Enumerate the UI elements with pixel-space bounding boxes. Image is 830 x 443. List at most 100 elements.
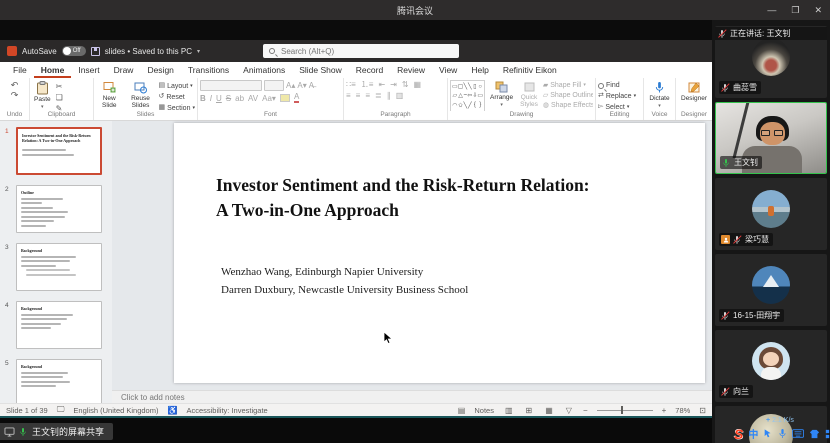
font-color-icon[interactable]: A xyxy=(294,93,299,103)
participant-tile[interactable]: 16-15-田翔宇 xyxy=(715,254,827,326)
cut-icon[interactable]: ✂ xyxy=(56,82,63,92)
slideshow-icon[interactable]: ▽ xyxy=(564,406,574,415)
accessibility-status[interactable]: Accessibility: Investigate xyxy=(186,406,267,415)
font-name-combobox[interactable] xyxy=(200,80,262,91)
format-painter-icon[interactable]: ✎ xyxy=(56,104,63,111)
participant-tile-speaking[interactable]: 王文钊 xyxy=(715,102,827,174)
dictate-button[interactable]: Dictate ▾ xyxy=(647,80,671,111)
normal-view-icon[interactable]: ▥ xyxy=(503,406,515,415)
find-button[interactable]: Find xyxy=(598,81,620,90)
zoom-slider-thumb[interactable] xyxy=(621,406,624,414)
align-center-icon[interactable]: ≡ xyxy=(356,91,361,100)
select-button[interactable]: ▻Select▾ xyxy=(598,102,629,111)
fit-to-window-icon[interactable]: ⊡ xyxy=(699,406,706,415)
align-left-icon[interactable]: ≡ xyxy=(346,91,351,100)
increase-indent-icon[interactable]: ⇥ xyxy=(390,80,397,89)
participant-tile[interactable]: 向兰 xyxy=(715,330,827,402)
save-icon[interactable] xyxy=(91,47,100,56)
thumbnail-slide-5[interactable]: 5 Background xyxy=(16,359,102,403)
zoom-in-icon[interactable]: + xyxy=(662,406,667,415)
thumbnail-slide-3[interactable]: 3 Background xyxy=(16,243,102,291)
section-button[interactable]: ▦Section▾ xyxy=(159,103,196,111)
zoom-slider[interactable] xyxy=(597,410,653,411)
tab-file[interactable]: File xyxy=(6,62,34,78)
ime-skin-icon[interactable] xyxy=(809,429,820,439)
bullets-icon[interactable]: ∷≡ xyxy=(346,80,356,89)
ime-toolbox-icon[interactable] xyxy=(825,429,830,439)
reuse-slides-button[interactable]: Reuse Slides xyxy=(126,80,156,110)
columns-icon[interactable]: ▦ xyxy=(414,80,422,89)
ime-language-icon[interactable]: 中 xyxy=(748,426,758,441)
tab-draw[interactable]: Draw xyxy=(107,62,141,78)
tab-review[interactable]: Review xyxy=(390,62,432,78)
minimize-icon[interactable]: — xyxy=(767,5,776,15)
redo-icon[interactable]: ↷ xyxy=(11,90,19,100)
italic-icon[interactable]: I xyxy=(210,94,212,103)
thumbnail-slide-4[interactable]: 4 Background xyxy=(16,301,102,349)
copy-icon[interactable]: ❏ xyxy=(56,93,63,103)
tab-design[interactable]: Design xyxy=(140,62,180,78)
search-box[interactable] xyxy=(263,44,459,58)
line-spacing-icon[interactable]: ⇅ xyxy=(402,80,409,89)
text-shadow-icon[interactable]: ab xyxy=(235,94,244,103)
notes-pane[interactable]: Click to add notes xyxy=(112,390,712,403)
change-case-icon[interactable]: Aa▾ xyxy=(262,94,276,103)
tab-insert[interactable]: Insert xyxy=(71,62,106,78)
new-slide-button[interactable]: New Slide xyxy=(96,80,123,110)
undo-icon[interactable]: ↶ xyxy=(11,80,19,90)
notes-toggle[interactable]: Notes xyxy=(474,406,494,415)
slide-canvas[interactable]: Investor Sentiment and the Risk-Return R… xyxy=(174,123,705,383)
tab-help[interactable]: Help xyxy=(464,62,495,78)
tab-home[interactable]: Home xyxy=(34,62,72,78)
screen-share-banner[interactable]: 王文钊的屏幕共享 xyxy=(0,423,113,440)
thumbnail-slide-1[interactable]: 1 Investor Sentiment and the Risk-Return… xyxy=(16,127,102,175)
layout-button[interactable]: ▤Layout▾ xyxy=(159,81,196,91)
quick-styles-button[interactable]: Quick Styles xyxy=(518,80,540,109)
font-size-combobox[interactable] xyxy=(264,80,284,91)
character-spacing-icon[interactable]: AV xyxy=(248,94,258,103)
tab-refinitiv-eikon[interactable]: Refinitiv Eikon xyxy=(496,62,564,78)
maximize-icon[interactable]: ❐ xyxy=(791,5,799,16)
decrease-indent-icon[interactable]: ⇤ xyxy=(378,80,385,89)
slide-sorter-icon[interactable]: ⊞ xyxy=(524,406,535,415)
ime-pointer-icon[interactable] xyxy=(763,428,773,439)
autosave-toggle[interactable]: Off xyxy=(62,46,86,56)
justify-icon[interactable]: ≣ xyxy=(375,91,382,100)
clear-formatting-icon[interactable]: A̶ xyxy=(309,81,314,90)
replace-button[interactable]: ⇄Replace▾ xyxy=(598,91,636,101)
paste-button[interactable]: Paste ▾ xyxy=(32,80,53,111)
shape-gallery[interactable]: ▭▢╲╲▯○ ▱△⌣⇦⇩▭ ◠✩╲╱{} xyxy=(450,80,485,111)
zoom-out-icon[interactable]: − xyxy=(583,406,588,415)
tab-view[interactable]: View xyxy=(432,62,464,78)
close-icon[interactable]: ✕ xyxy=(814,5,822,16)
designer-button[interactable]: Designer xyxy=(679,80,709,103)
align-text-icon[interactable]: ▥ xyxy=(396,91,404,100)
ime-keyboard-icon[interactable] xyxy=(792,429,804,438)
highlight-color-icon[interactable] xyxy=(280,94,290,102)
text-direction-icon[interactable]: ∥ xyxy=(387,91,391,100)
search-input[interactable] xyxy=(279,46,453,57)
thumbnail-slide-2[interactable]: 2 Outline xyxy=(16,185,102,233)
document-title[interactable]: slides • Saved to this PC xyxy=(105,47,192,56)
shape-fill-button[interactable]: ▰Shape Fill▾ xyxy=(543,81,593,90)
align-right-icon[interactable]: ≡ xyxy=(365,91,370,100)
underline-icon[interactable]: U xyxy=(216,94,222,103)
shrink-font-icon[interactable]: A▾ xyxy=(297,81,306,90)
tab-slide-show[interactable]: Slide Show xyxy=(292,62,349,78)
language-indicator[interactable]: English (United Kingdom) xyxy=(73,406,158,415)
tab-record[interactable]: Record xyxy=(349,62,390,78)
ime-voice-icon[interactable] xyxy=(778,428,787,439)
shape-outline-button[interactable]: ▱Shape Outline▾ xyxy=(543,91,593,100)
shape-effects-button[interactable]: ◍Shape Effects▾ xyxy=(543,101,593,110)
strikethrough-icon[interactable]: S xyxy=(226,94,231,103)
reset-button[interactable]: ↺Reset xyxy=(159,92,196,102)
bold-icon[interactable]: B xyxy=(200,94,206,103)
numbering-icon[interactable]: ⒈≡ xyxy=(361,80,374,89)
zoom-level[interactable]: 78% xyxy=(675,406,690,415)
reading-view-icon[interactable]: ▦ xyxy=(543,406,555,415)
sogou-logo-icon[interactable]: S xyxy=(734,427,743,441)
arrange-button[interactable]: Arrange ▾ xyxy=(488,80,515,110)
tab-animations[interactable]: Animations xyxy=(236,62,292,78)
participant-tile[interactable]: 梁巧慧 xyxy=(715,178,827,250)
grow-font-icon[interactable]: A▴ xyxy=(286,81,295,90)
